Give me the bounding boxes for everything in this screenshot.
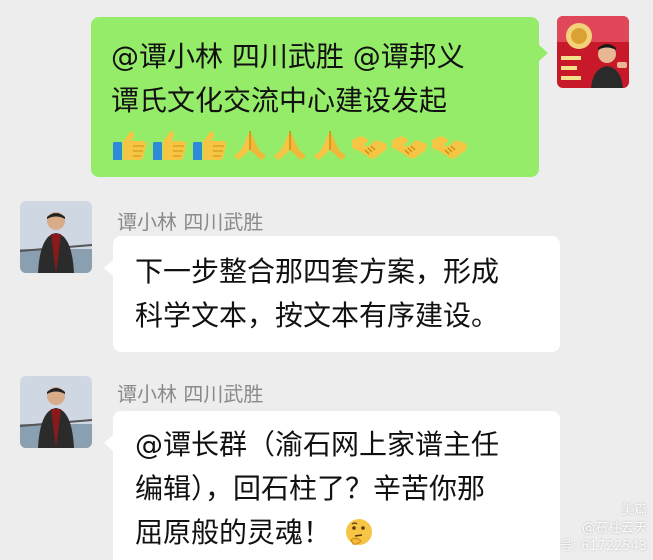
outgoing-message-bubble[interactable]: @谭小林 四川武胜 @谭邦义 谭氏文化交流中心建设发起 xyxy=(91,17,548,177)
thumbs-up-icon xyxy=(113,131,147,160)
self-avatar[interactable] xyxy=(557,16,629,88)
message-line: 科学文本，按文本有序建设。 xyxy=(135,299,500,332)
thumbs-up-icon xyxy=(193,131,227,160)
outgoing-message-line: 谭氏文化交流中心建设发起 xyxy=(111,84,448,117)
sender-name: 谭小林 四川武胜 xyxy=(117,382,264,406)
chat-screen: @谭小林 四川武胜 @谭邦义 谭氏文化交流中心建设发起 谭小林 四川武胜 下一步… xyxy=(0,0,653,560)
thinking-face-icon xyxy=(345,519,372,545)
outgoing-message-line: @谭小林 四川武胜 @谭邦义 xyxy=(111,40,465,73)
handshake-icon xyxy=(392,136,427,159)
sender-avatar[interactable] xyxy=(20,376,92,448)
incoming-message-bubble[interactable]: 下一步整合那四套方案，形成 科学文本，按文本有序建设。 xyxy=(104,236,560,352)
praying-hands-icon xyxy=(314,131,346,160)
watermark-brand: 美篇 xyxy=(620,503,647,518)
handshake-icon xyxy=(432,136,467,159)
handshake-icon xyxy=(352,136,387,159)
message-line: @谭长群（渝石网上家谱主任 xyxy=(135,428,500,461)
incoming-message-bubble[interactable]: @谭长群（渝石网上家谱主任 编辑），回石柱了？辛苦你那 屈原般的灵魂！ xyxy=(104,411,560,560)
thumbs-up-icon xyxy=(153,131,187,160)
message-line: 下一步整合那四套方案，形成 xyxy=(135,255,500,288)
message-line-text: 屈原般的灵魂！ xyxy=(135,516,332,549)
watermark: 美篇 @石柱云天 号: 61722543 xyxy=(555,502,647,558)
praying-hands-icon xyxy=(274,131,306,160)
message-line: 编辑），回石柱了？辛苦你那 xyxy=(135,472,486,505)
sender-avatar[interactable] xyxy=(20,201,92,273)
message-line: 屈原般的灵魂！ xyxy=(135,511,538,555)
emoji-row xyxy=(111,125,519,165)
praying-hands-icon xyxy=(234,131,266,160)
sender-name: 谭小林 四川武胜 xyxy=(117,210,264,234)
watermark-id: 号: 61722543 xyxy=(559,539,647,554)
watermark-author: @石柱云天 xyxy=(581,521,647,536)
